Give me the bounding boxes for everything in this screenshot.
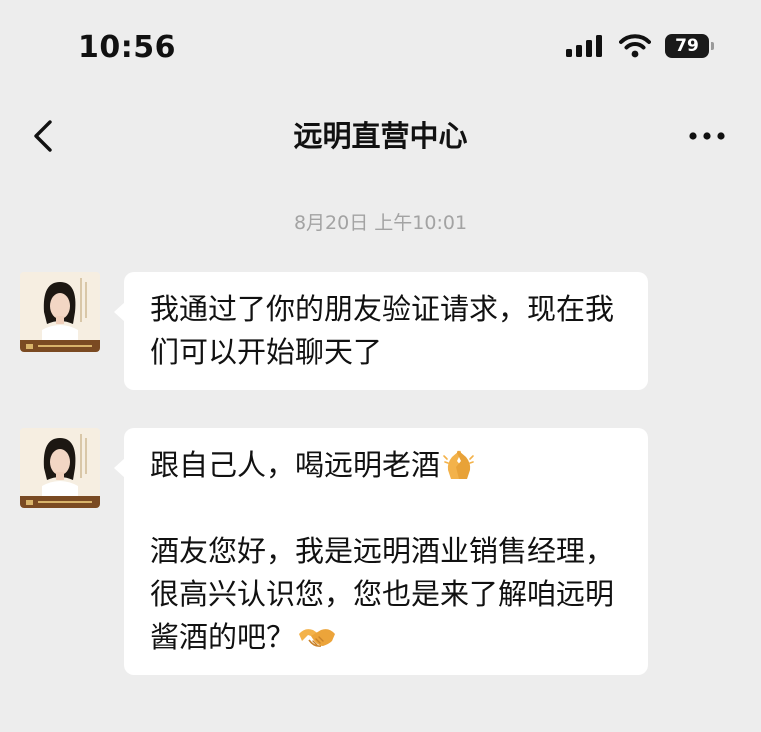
wifi-icon: [619, 34, 651, 58]
battery-icon: 79: [665, 34, 714, 58]
chat-timestamp: 8月20日 上午10:01: [293, 212, 468, 234]
page-title: 远明直营中心: [293, 119, 468, 153]
handshake-icon: [299, 629, 336, 647]
avatar[interactable]: [20, 272, 100, 352]
battery-level: 79: [675, 36, 699, 56]
message-text: 我通过了你的朋友验证请求，现在我们可以开始聊天了: [150, 292, 615, 369]
cellular-signal-icon: [566, 35, 602, 57]
message-text: 跟自己人，喝远明老酒: [150, 444, 624, 487]
person-avatar: [20, 428, 100, 508]
status-time: 10:56: [78, 30, 176, 65]
avatar[interactable]: [20, 428, 100, 508]
message-text-line: 跟自己人，喝远明老酒: [150, 448, 441, 482]
message-bubble[interactable]: 我通过了你的朋友验证请求，现在我们可以开始聊天了: [114, 272, 648, 390]
folded-hands-icon: [443, 450, 474, 479]
message-text: 酒友您好，我是远明酒业销售经理，很高兴认识您，您也是来了解咱远明酱酒的吧？: [150, 530, 624, 659]
message-bubble[interactable]: 跟自己人，喝远明老酒 酒友您好，我是远明酒业销售经理，很高兴认识您，您也是来了解…: [114, 428, 648, 675]
status-icons: 79: [565, 34, 714, 58]
message-text-line: 酒友您好，我是远明酒业销售经理，很高兴认识您，您也是来了解咱远明酱酒的吧？: [150, 534, 615, 654]
person-avatar: [20, 272, 100, 352]
status-bar: 10:56 79: [0, 0, 761, 100]
more-icon[interactable]: [687, 122, 727, 150]
